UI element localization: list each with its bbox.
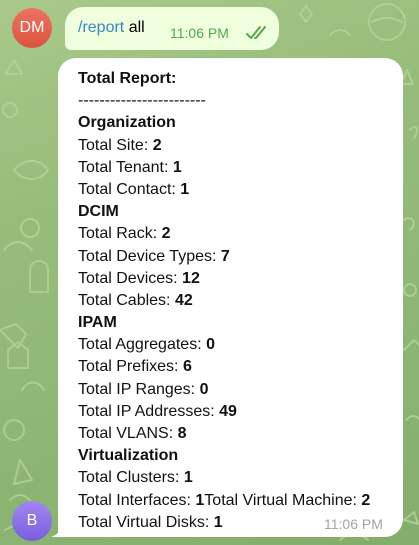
stat-row-vlans: Total VLANS: 8 (78, 423, 395, 445)
stat-label: Total Tenant: (78, 158, 173, 176)
stat-row-tenant: Total Tenant: 1 (78, 157, 395, 179)
message-timestamp: 11:06 PM (170, 25, 229, 41)
stat-label: Total Cables: (78, 291, 175, 309)
double-check-icon (246, 26, 266, 39)
stat-row-contact: Total Contact: 1 (78, 179, 395, 201)
command-message-bubble[interactable]: /report all 11:06 PM (65, 7, 279, 50)
stat-label: Total Contact: (78, 180, 181, 198)
stat-label: Total IP Addresses: (78, 402, 220, 420)
stat-value: 2 (361, 491, 371, 509)
stat-row-ip-addresses: Total IP Addresses: 49 (78, 401, 395, 423)
stat-row-interfaces-virtual-machine: Total Interfaces: 1Total Virtual Machine… (78, 490, 395, 512)
command-argument: all (124, 19, 145, 36)
stat-value: 12 (182, 269, 200, 287)
stat-row-aggregates: Total Aggregates: 0 (78, 334, 395, 356)
stat-value: 42 (174, 291, 193, 309)
stat-row-site: Total Site: 2 (78, 135, 395, 157)
stat-label: Total Virtual Machine: (204, 491, 362, 509)
stat-value: 8 (177, 425, 187, 442)
section-heading-virtualization: Virtualization (78, 447, 179, 465)
stat-label: Total Aggregates: (78, 336, 207, 354)
stat-label: Total Virtual Disks: (78, 513, 214, 531)
stat-label: Total VLANS: (78, 425, 178, 442)
stat-row-ip-ranges: Total IP Ranges: 0 (78, 379, 395, 401)
stat-value: 1 (213, 513, 223, 531)
stat-value: 6 (182, 358, 192, 376)
message-timestamp: 11:06 PM (324, 516, 383, 532)
sender-avatar-dm[interactable]: DM (12, 8, 52, 48)
stat-value: 1 (180, 180, 190, 198)
report-divider: ------------------------ (78, 92, 206, 110)
section-heading-dcim: DCIM (78, 203, 119, 221)
stat-label: Total Devices: (78, 269, 183, 287)
stat-row-clusters: Total Clusters: 1 (78, 467, 395, 489)
stat-value: 49 (219, 402, 237, 420)
stat-row-device-types: Total Device Types: 7 (78, 246, 395, 268)
stat-value: 1 (195, 491, 205, 509)
report-message-body: Total Report: ------------------------ O… (78, 68, 395, 534)
stat-label: Total Rack: (78, 225, 162, 243)
stat-value: 1 (183, 469, 193, 487)
command-message-text: /report all (78, 18, 145, 38)
command-link[interactable]: /report (78, 19, 124, 36)
section-heading-ipam: IPAM (78, 314, 117, 332)
stat-label: Total Prefixes: (78, 358, 183, 376)
stat-value: 7 (220, 247, 230, 265)
stat-row-rack: Total Rack: 2 (78, 223, 395, 245)
stat-value: 0 (199, 380, 209, 398)
stat-label: Total IP Ranges: (78, 380, 200, 398)
avatar-initials: B (26, 512, 38, 529)
avatar-initials: DM (19, 19, 45, 36)
bubble-tail (51, 521, 65, 537)
section-heading-organization: Organization (78, 114, 176, 132)
stat-row-cables: Total Cables: 42 (78, 290, 395, 312)
stat-label: Total Site: (78, 136, 153, 154)
stat-row-devices: Total Devices: 12 (78, 268, 395, 290)
stat-row-prefixes: Total Prefixes: 6 (78, 356, 395, 378)
report-title: Total Report: (78, 70, 177, 87)
stat-label: Total Device Types: (78, 247, 221, 265)
stat-value: 2 (161, 225, 171, 243)
stat-value: 1 (172, 158, 182, 176)
stat-label: Total Interfaces: (78, 491, 196, 509)
sender-avatar-b[interactable]: B (12, 501, 52, 541)
report-message-bubble[interactable]: Total Report: ------------------------ O… (58, 58, 403, 537)
stat-label: Total Clusters: (78, 469, 184, 487)
stat-value: 2 (152, 136, 162, 154)
stat-value: 0 (206, 336, 215, 354)
